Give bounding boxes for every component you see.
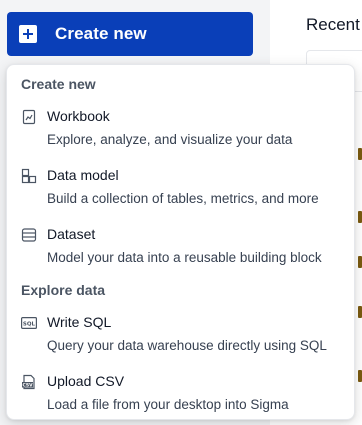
create-new-menu: Create new Workbook Explore, analyze, an… — [6, 64, 355, 420]
menu-item-workbook[interactable]: Workbook Explore, analyze, and visualize… — [7, 105, 354, 157]
menu-item-description: Load a file from your desktop into Sigma — [47, 397, 289, 412]
menu-item-dataset[interactable]: Dataset Model your data into a reusable … — [7, 223, 354, 275]
dataset-icon — [21, 227, 37, 243]
section-title-explore-data: Explore data — [21, 282, 106, 298]
section-title-create-new: Create new — [21, 76, 96, 92]
menu-item-data-model[interactable]: Data model Build a collection of tables,… — [7, 164, 354, 216]
recent-item-marker — [358, 148, 362, 160]
csv-icon: CSV — [21, 374, 37, 390]
create-new-button[interactable]: Create new — [7, 12, 253, 56]
menu-item-description: Query your data warehouse directly using… — [47, 338, 327, 353]
svg-text:SQL: SQL — [23, 322, 36, 328]
sql-icon: SQL — [21, 315, 38, 331]
recent-item-marker — [358, 306, 362, 318]
menu-item-title: Upload CSV — [47, 373, 125, 389]
menu-item-upload-csv[interactable]: CSV Upload CSV Load a file from your des… — [7, 370, 354, 422]
plus-icon — [19, 25, 37, 43]
menu-item-description: Build a collection of tables, metrics, a… — [47, 191, 319, 206]
workbook-icon — [21, 109, 37, 125]
menu-item-title: Dataset — [47, 226, 96, 242]
recent-item-marker — [358, 211, 362, 223]
menu-item-title: Workbook — [47, 108, 110, 124]
menu-item-description: Model your data into a reusable building… — [47, 250, 322, 265]
recent-item-marker — [358, 256, 362, 268]
menu-item-description: Explore, analyze, and visualize your dat… — [47, 132, 293, 147]
data-model-icon — [21, 168, 37, 184]
create-new-label: Create new — [55, 24, 147, 43]
recent-item-marker — [358, 370, 362, 382]
svg-text:CSV: CSV — [22, 382, 33, 388]
menu-item-write-sql[interactable]: SQL Write SQL Query your data warehouse … — [7, 311, 354, 363]
menu-item-title: Write SQL — [47, 314, 112, 330]
menu-item-title: Data model — [47, 167, 119, 183]
recent-heading: Recent — [306, 15, 360, 34]
